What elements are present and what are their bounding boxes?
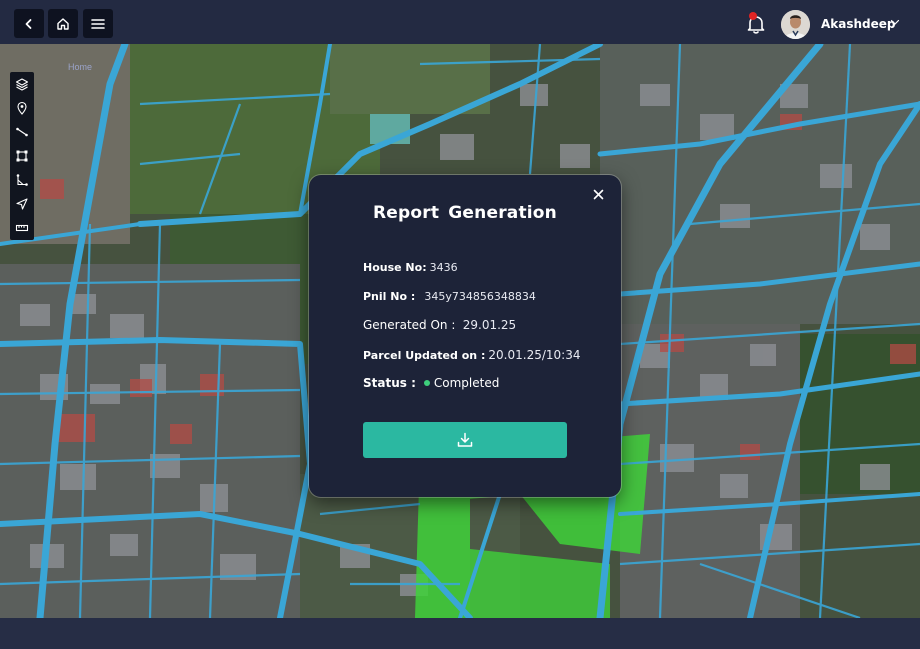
download-icon	[457, 432, 473, 447]
parcel-updated-label: Parcel Updated on :	[363, 349, 486, 362]
ruler-icon	[15, 224, 29, 232]
polygon-icon	[16, 150, 28, 162]
breadcrumb[interactable]: Home	[68, 62, 92, 72]
navigate-tool[interactable]	[10, 192, 34, 216]
report-generation-dialog: Report Generation House No: 3436 Pnil No…	[309, 175, 621, 497]
parcel-updated-row: Parcel Updated on : 20.01.25/10:34	[363, 348, 580, 362]
ruler-tool[interactable]	[10, 216, 34, 240]
generated-on-value: 29.01.25	[462, 318, 517, 332]
bottom-bar	[0, 618, 920, 649]
username[interactable]: Akashdeep	[821, 17, 896, 31]
path-tool[interactable]	[10, 168, 34, 192]
menu-button[interactable]	[83, 9, 113, 38]
generated-on-row: Generated On : 29.01.25	[363, 318, 516, 332]
close-icon	[593, 189, 603, 199]
layers-tool[interactable]	[10, 72, 34, 96]
user-photo-icon	[781, 10, 810, 39]
parcel-updated-value: 20.01.25/10:34	[488, 348, 581, 362]
chevron-left-icon	[25, 18, 32, 29]
pnil-no-value: 345y734856348834	[424, 290, 536, 303]
status-label: Status :	[363, 376, 416, 390]
pnil-no-row: Pnil No : 345y734856348834	[363, 290, 536, 303]
status-value: Completed	[433, 376, 500, 390]
house-no-value: 3436	[429, 261, 458, 274]
close-button[interactable]	[590, 186, 606, 202]
line-icon	[16, 127, 28, 137]
polygon-tool[interactable]	[10, 144, 34, 168]
status-row: Status : Completed	[363, 376, 499, 390]
chevron-down-icon[interactable]	[890, 18, 900, 26]
notification-badge	[749, 12, 757, 20]
home-button[interactable]	[48, 9, 78, 38]
navigate-icon	[16, 198, 28, 210]
pin-icon	[17, 101, 27, 115]
path-icon	[16, 174, 28, 186]
avatar[interactable]	[781, 10, 810, 39]
download-button[interactable]	[363, 422, 567, 458]
line-tool[interactable]	[10, 120, 34, 144]
pin-tool[interactable]	[10, 96, 34, 120]
generated-on-label: Generated On :	[363, 318, 456, 332]
map-toolbar	[10, 72, 34, 240]
hamburger-icon	[91, 18, 105, 29]
house-no-row: House No: 3436	[363, 261, 458, 274]
back-button[interactable]	[14, 9, 44, 38]
layers-icon	[15, 78, 29, 91]
pnil-no-label: Pnil No :	[363, 290, 416, 303]
status-indicator	[423, 380, 430, 387]
house-no-label: House No:	[363, 261, 427, 274]
dialog-title: Report Generation	[372, 203, 557, 223]
home-icon	[57, 17, 69, 30]
